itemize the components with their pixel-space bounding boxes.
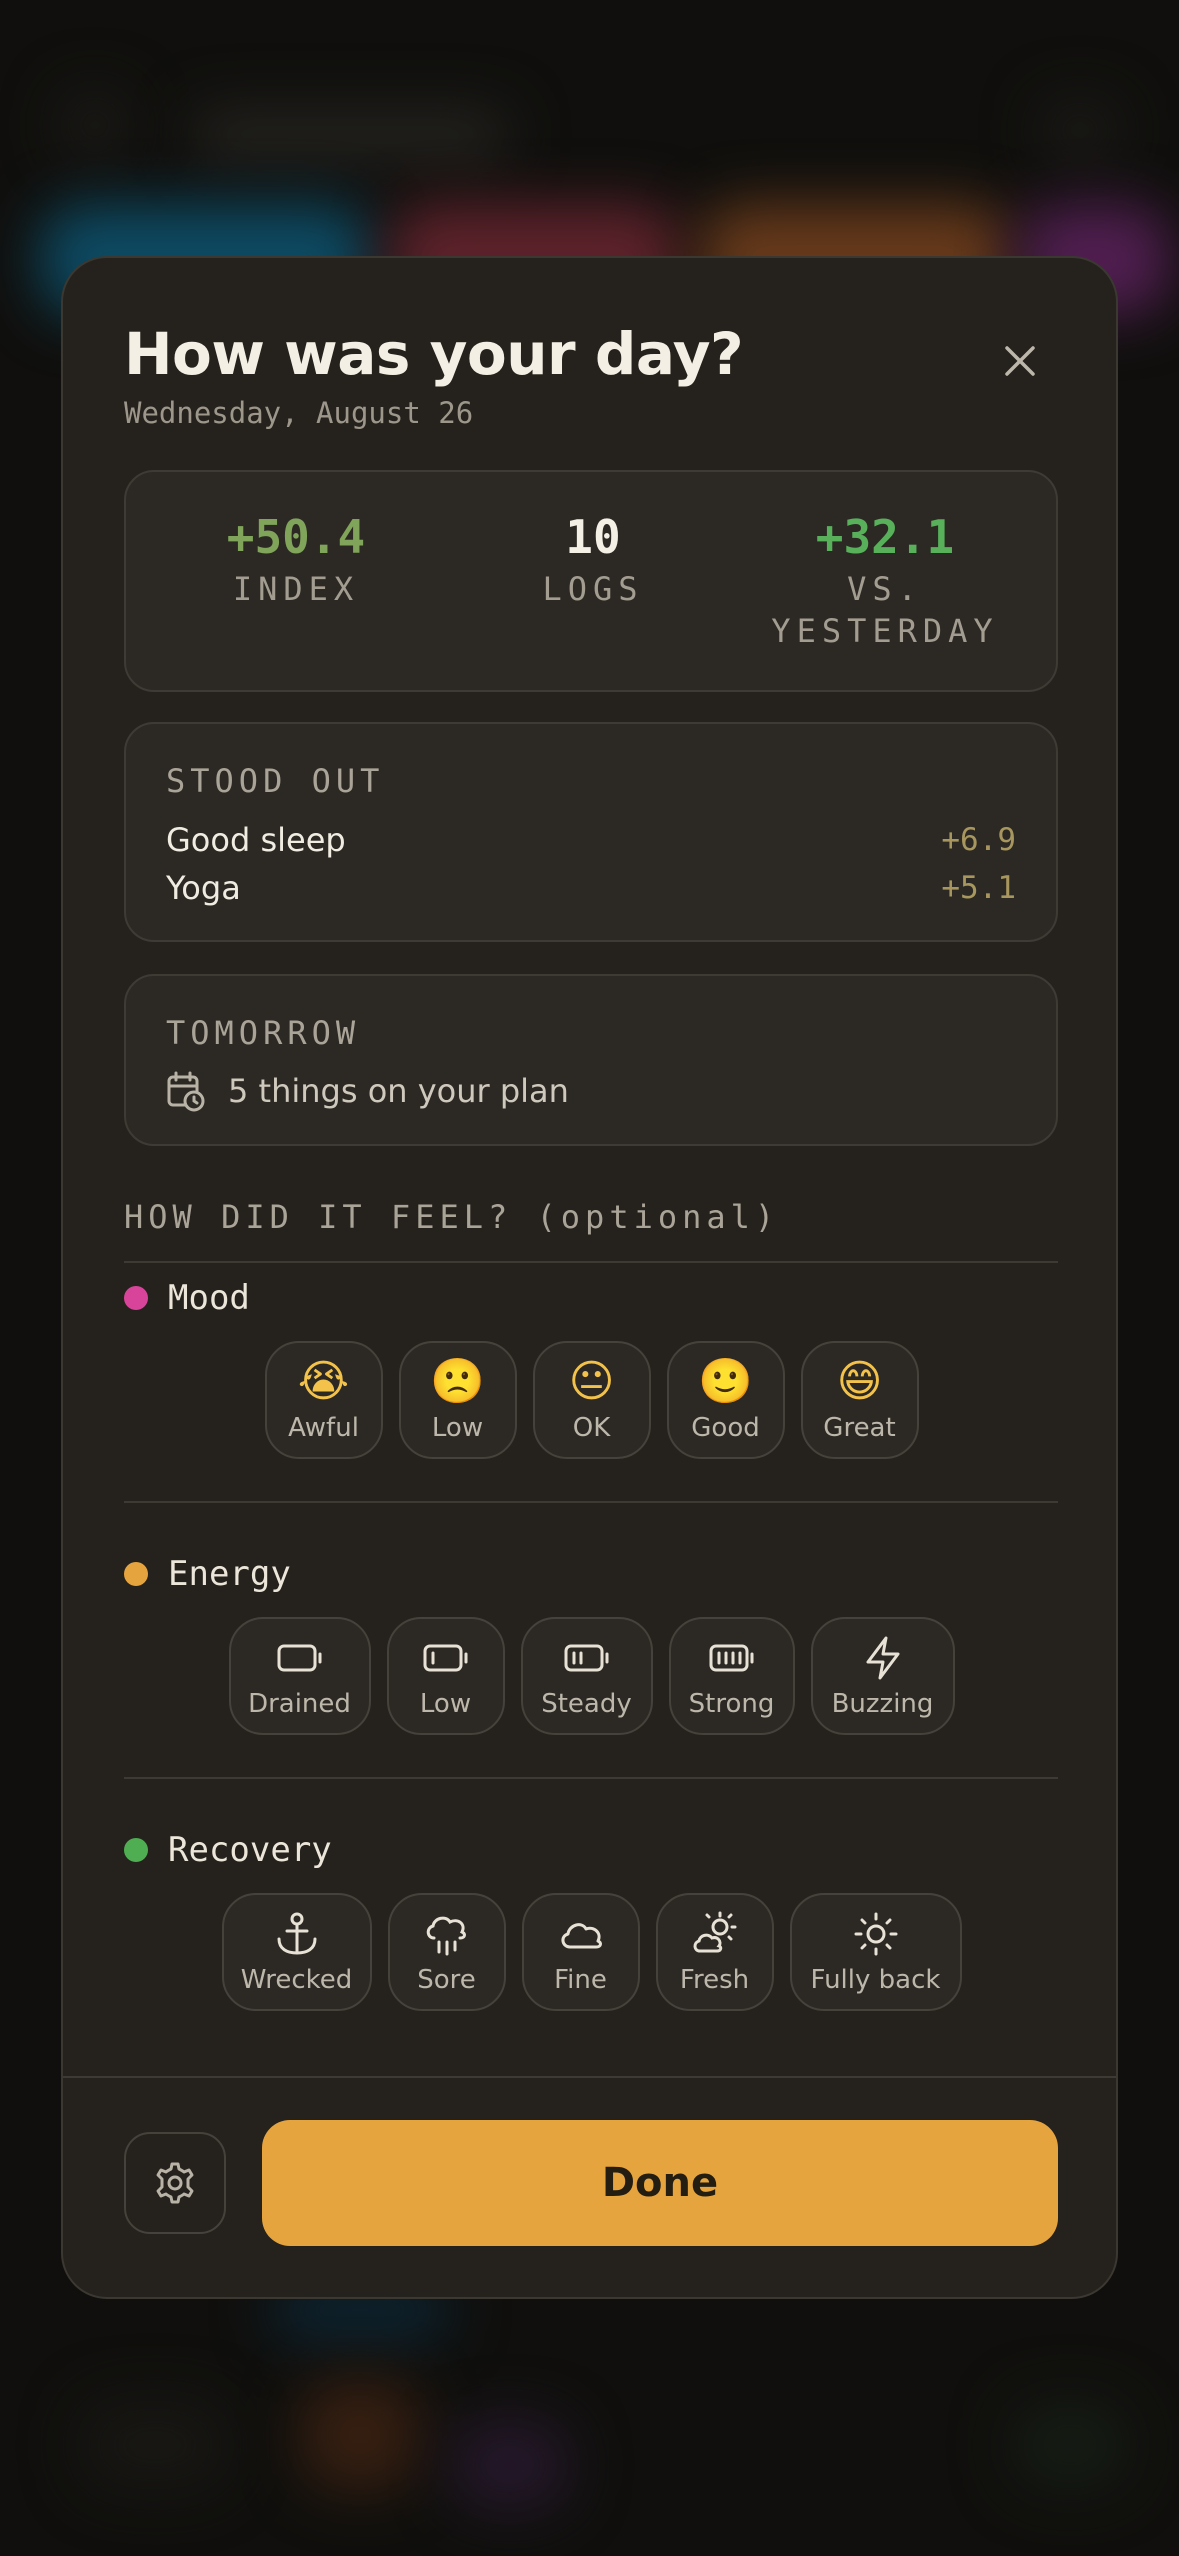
recovery-option-fresh[interactable]: Fresh [655,1893,774,2011]
recovery-options: Wrecked Sore Fine Fresh Fully back [63,1893,1116,2011]
sun-cloud-icon [692,1909,738,1959]
energy-option-low[interactable]: Low [386,1617,505,1735]
option-label: Drained [248,1689,351,1719]
recovery-option-wrecked[interactable]: Wrecked [221,1893,372,2011]
option-label: Good [691,1413,760,1443]
stood-out-value: +5.1 [941,870,1016,906]
energy-option-drained[interactable]: Drained [228,1617,371,1735]
recovery-category: Recovery [124,1822,332,1878]
option-label: Awful [288,1413,359,1443]
mood-dot [124,1286,148,1310]
tomorrow-card[interactable]: TOMORROW 5 things on your plan [124,974,1058,1146]
option-label: Buzzing [831,1689,934,1719]
crying-face-icon: 😭 [297,1356,350,1407]
sheet-date: Wednesday, August 26 [124,396,474,430]
stat-vs-yesterday: +32.1 VS. YESTERDAY [735,510,1035,652]
divider [124,1777,1058,1779]
anchor-icon [275,1909,319,1959]
sun-icon [854,1909,898,1959]
mood-options: 😭 Awful 🙁 Low 😐 OK 🙂 Good 😄 Great [63,1341,1116,1459]
option-label: OK [572,1413,611,1443]
stood-out-name: Yoga [166,869,241,907]
mood-category: Mood [124,1270,250,1326]
category-name: Recovery [168,1830,332,1870]
option-label: Steady [541,1689,632,1719]
stood-out-name: Good sleep [166,821,346,859]
battery-low-icon [423,1633,469,1683]
smile-face-icon: 🙂 [698,1356,753,1407]
close-icon [1005,346,1035,376]
stat-label: INDEX [232,570,360,608]
cloud-icon [558,1909,604,1959]
tomorrow-label: TOMORROW [166,1014,361,1052]
option-label: Strong [688,1689,775,1719]
settings-button[interactable] [124,2132,226,2234]
mood-option-ok[interactable]: 😐 OK [532,1341,651,1459]
recovery-option-sore[interactable]: Sore [387,1893,506,2011]
lightning-icon [863,1633,903,1683]
mood-option-good[interactable]: 🙂 Good [666,1341,785,1459]
category-name: Mood [168,1278,250,1318]
frown-face-icon: 🙁 [430,1356,485,1407]
done-button[interactable]: Done [262,2120,1058,2246]
stood-out-value: +6.9 [941,822,1016,858]
divider [124,1261,1058,1263]
day-summary-sheet: How was your day? Wednesday, August 26 +… [61,256,1118,2299]
option-label: Great [823,1413,896,1443]
energy-category: Energy [124,1546,291,1602]
stat-logs: 10 LOGS [443,510,743,610]
calendar-clock-icon [167,1071,205,1112]
stat-label: VS. YESTERDAY [771,570,999,650]
gear-icon [156,2162,194,2204]
option-label: Wrecked [240,1965,353,1995]
category-name: Energy [168,1554,291,1594]
option-label: Fresh [679,1965,750,1995]
mood-option-awful[interactable]: 😭 Awful [264,1341,383,1459]
option-label: Low [419,1689,472,1719]
energy-option-steady[interactable]: Steady [520,1617,653,1735]
stats-card: +50.4 INDEX 10 LOGS +32.1 VS. YESTERDAY [124,470,1058,692]
battery-empty-icon [277,1633,323,1683]
sheet-title: How was your day? [124,320,744,388]
option-label: Low [431,1413,484,1443]
energy-option-buzzing[interactable]: Buzzing [810,1617,955,1735]
rain-cloud-icon [424,1909,470,1959]
divider [124,1501,1058,1503]
stat-value: 10 [565,510,621,564]
plan-text: 5 things on your plan [228,1072,569,1110]
mood-option-low[interactable]: 🙁 Low [398,1341,517,1459]
battery-medium-icon [564,1633,610,1683]
option-label: Sore [417,1965,476,1995]
battery-full-icon [709,1633,755,1683]
recovery-option-fine[interactable]: Fine [521,1893,640,2011]
recovery-option-fully-back[interactable]: Fully back [789,1893,962,2011]
stood-out-label: STOOD OUT [166,762,385,800]
stat-label: LOGS [542,570,644,608]
option-label: Fine [554,1965,607,1995]
energy-options: Drained Low Steady Strong Buzzing [63,1617,1116,1735]
recovery-dot [124,1838,148,1862]
stat-value: +50.4 [226,510,366,564]
energy-dot [124,1562,148,1586]
option-label: Fully back [810,1965,941,1995]
energy-option-strong[interactable]: Strong [668,1617,795,1735]
stat-index: +50.4 INDEX [146,510,446,610]
stood-out-item: Good sleep +6.9 [166,816,1016,864]
stat-value: +32.1 [815,510,955,564]
stood-out-item: Yoga +5.1 [166,864,1016,912]
stood-out-card: STOOD OUT Good sleep +6.9 Yoga +5.1 [124,722,1058,942]
plan-row: 5 things on your plan [166,1070,569,1112]
feel-section-label: HOW DID IT FEEL? (optional) [124,1198,780,1236]
footer-divider [63,2076,1116,2078]
neutral-face-icon: 😐 [568,1356,615,1407]
close-button[interactable] [993,334,1047,388]
mood-option-great[interactable]: 😄 Great [800,1341,919,1459]
grin-face-icon: 😄 [836,1356,883,1407]
